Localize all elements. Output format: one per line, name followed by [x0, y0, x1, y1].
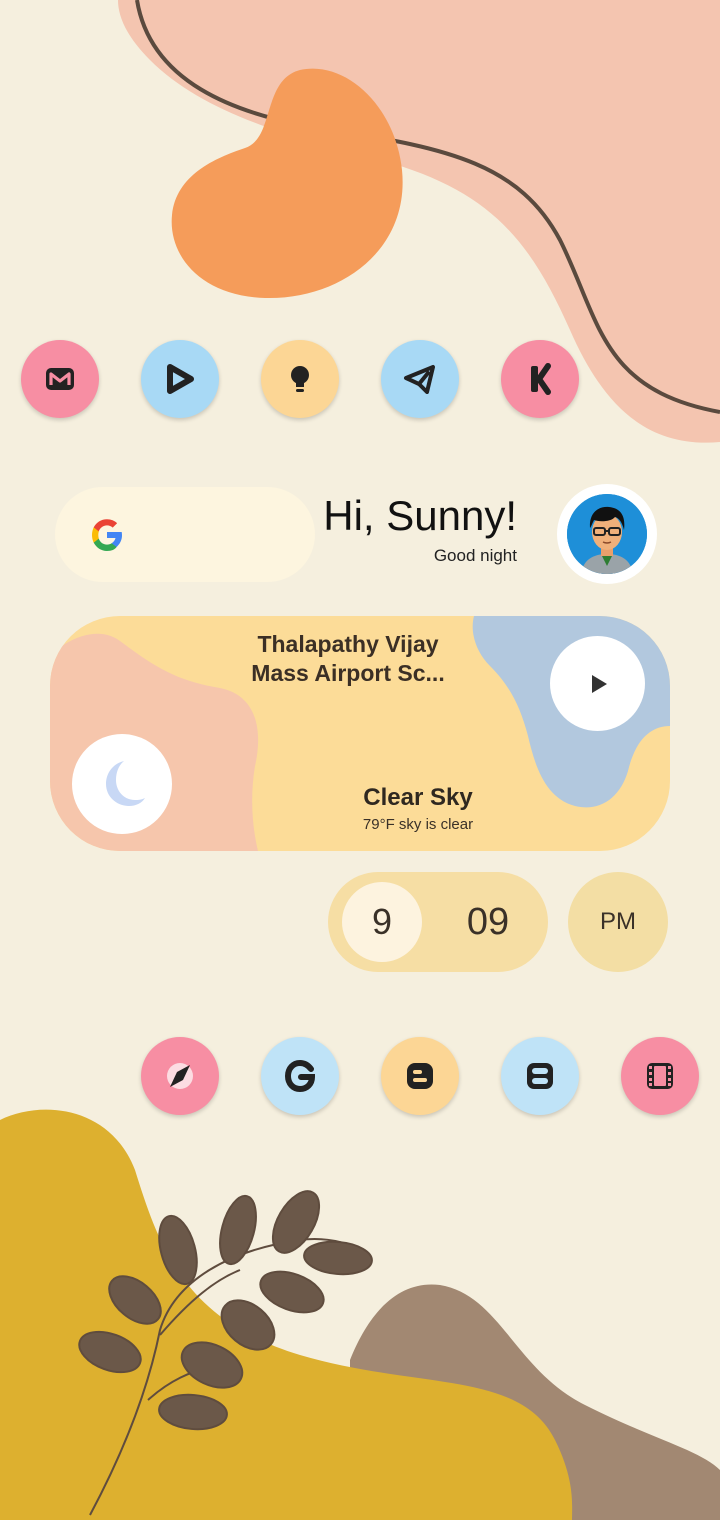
play-button[interactable] — [550, 636, 645, 731]
clock-ampm: PM — [568, 872, 668, 972]
google-app-button[interactable] — [261, 1037, 339, 1115]
telegram-icon — [404, 365, 435, 394]
play-store-icon — [167, 364, 194, 394]
orange-blob — [171, 68, 403, 299]
weather-button[interactable] — [72, 734, 172, 834]
clock-hour: 9 — [342, 882, 422, 962]
gmail-app-button[interactable] — [21, 340, 99, 418]
weather-detail: 79°F sky is clear — [362, 816, 474, 833]
blogger-icon — [407, 1063, 433, 1089]
greeting-title: Hi, Sunny! — [323, 492, 517, 539]
avatar — [567, 494, 647, 574]
greeting-subtitle: Good night — [433, 546, 517, 565]
clock-minute: 09 — [466, 900, 510, 943]
lightbulb-app-button[interactable] — [261, 340, 339, 418]
compass-icon — [167, 1063, 193, 1089]
media-weather-card: Thalapathy Vijay Mass Airport Sc... Clea… — [50, 616, 670, 851]
moon-icon — [106, 761, 145, 806]
kwgt-icon — [531, 363, 551, 395]
dashboard-app-button[interactable] — [501, 1037, 579, 1115]
media-title-line-1: Thalapathy Vijay — [257, 631, 439, 657]
kwgt-app-button[interactable] — [501, 340, 579, 418]
google-search-icon — [284, 1059, 316, 1093]
google-search-bar[interactable] — [55, 487, 315, 582]
dashboard-icon — [527, 1063, 553, 1089]
compass-app-button[interactable] — [141, 1037, 219, 1115]
profile-avatar-icon — [567, 494, 647, 574]
lightbulb-icon — [291, 366, 309, 392]
film-icon — [647, 1063, 673, 1089]
film-app-button[interactable] — [621, 1037, 699, 1115]
media-title-line-2: Mass Airport Sc... — [251, 660, 445, 686]
play-store-app-button[interactable] — [141, 340, 219, 418]
blogger-app-button[interactable] — [381, 1037, 459, 1115]
weather-condition: Clear Sky — [363, 784, 473, 811]
avatar-button[interactable] — [557, 484, 657, 584]
google-g-icon — [92, 519, 122, 551]
clock-widget[interactable]: 9 09 — [328, 872, 548, 972]
telegram-app-button[interactable] — [381, 340, 459, 418]
media-title: Thalapathy Vijay Mass Airport Sc... — [200, 630, 496, 688]
play-icon — [591, 674, 607, 693]
gmail-icon — [46, 368, 74, 390]
